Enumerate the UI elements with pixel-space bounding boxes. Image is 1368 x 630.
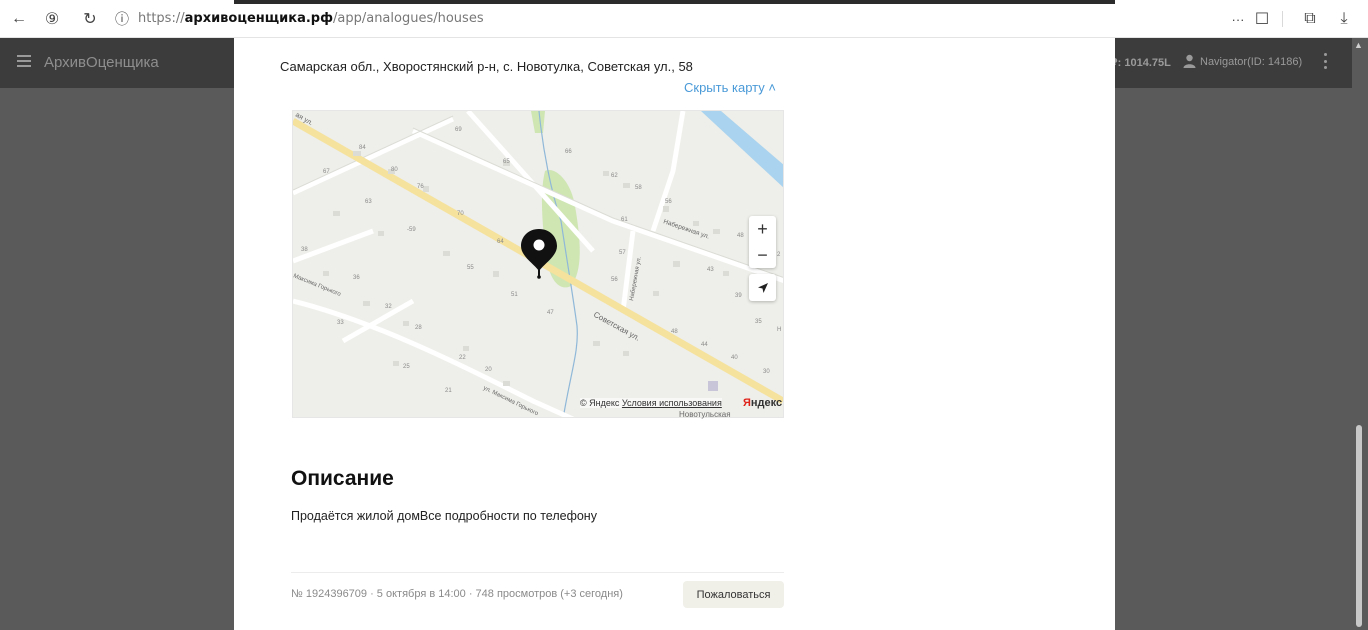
svg-text:32: 32 [385,304,392,310]
svg-text:25: 25 [403,364,410,370]
naberezhnaya-label: Набережная ул. [662,217,710,240]
listing-address: Самарская обл., Хворостянский р-н, с. Но… [280,59,693,74]
yandex-icon[interactable]: ⑨ [42,9,62,29]
tab-strip-edge [234,0,1115,4]
extensions-icon[interactable]: ⧉ [1300,9,1320,29]
address-bar[interactable]: https://архивоценщика.рф/app/analogues/h… [138,11,484,26]
map-copyright: © Яндекс [580,398,620,408]
svg-text:28: 28 [415,325,422,331]
park-area-top [531,111,545,133]
report-button[interactable]: Пожаловаться [683,581,784,608]
reload-icon[interactable]: ↻ [80,9,100,29]
svg-text:2: 2 [777,252,781,258]
bookmark-icon[interactable]: ☐ [1252,9,1272,29]
map-bottom-street-label: Новотульская [679,410,731,419]
svg-text:40: 40 [731,355,738,361]
svg-text:51: 51 [511,292,518,298]
url-path: /app/analogues/houses [333,11,484,26]
more-menu-icon[interactable]: ··· [1228,9,1248,29]
url-scheme: https:// [138,11,185,26]
user-icon [1183,54,1196,68]
geolocation-button[interactable] [749,274,776,301]
svg-text:57: 57 [619,250,626,256]
svg-text:61: 61 [621,217,628,223]
svg-text:63: 63 [365,199,372,205]
svg-text:21: 21 [445,388,452,394]
scrollbar-thumb[interactable] [1356,425,1362,627]
svg-text:-59: -59 [407,227,416,233]
svg-text:38: 38 [301,247,308,253]
yandex-map[interactable]: 84 69 67 80 76 65 66 62 58 63 70 -59 61 … [292,110,784,418]
svg-text:44: 44 [701,342,708,348]
svg-text:43: 43 [707,267,714,273]
svg-text:65: 65 [503,159,510,165]
svg-text:70: 70 [457,211,464,217]
back-arrow-icon[interactable]: ← [9,9,29,29]
gorkogo-left-label: Максима Горького [293,273,342,298]
app-title[interactable]: АрхивОценщика [44,54,159,71]
footer-divider [291,572,784,573]
svg-text:67: 67 [323,169,330,175]
svg-text:22: 22 [459,355,466,361]
description-text: Продаётся жилой домВсе подробности по те… [291,509,597,523]
svg-text:58: 58 [635,185,642,191]
svg-text:84: 84 [359,145,366,151]
svg-text:76: 76 [417,184,424,190]
svg-text:30: 30 [763,369,770,375]
svg-text:39: 39 [735,293,742,299]
svg-text:48: 48 [737,233,744,239]
downloads-icon[interactable]: ⤓ [1334,9,1354,29]
svg-text:Н: Н [777,327,781,333]
svg-text:55: 55 [467,265,474,271]
site-info-icon[interactable]: ⓘ [112,9,132,29]
map-zoom-control: + − [749,216,776,268]
river-water [701,111,783,188]
svg-text:56: 56 [665,199,672,205]
hamburger-menu-icon[interactable] [17,55,31,67]
svg-text:80: 80 [391,167,398,173]
zoom-out-button[interactable]: − [749,242,776,268]
svg-text:62: 62 [611,173,618,179]
description-heading: Описание [291,467,394,490]
listing-meta: № 1924396709 · 5 октября в 14:00 · 748 п… [291,588,623,600]
svg-text:47: 47 [547,310,554,316]
map-terms-link[interactable]: Условия использования [622,398,722,408]
toolbar-separator [1282,11,1283,27]
hide-map-link[interactable]: Скрыть карту ˄ [684,80,776,95]
map-attribution: © Яндекс Условия использования [580,398,722,408]
user-label[interactable]: Navigator(ID: 14186) [1200,56,1302,68]
svg-text:33: 33 [337,320,344,326]
balance-display: ₽: 1014.75L [1110,57,1171,69]
yandex-logo[interactable]: Яндекс [743,397,782,409]
svg-text:20: 20 [485,367,492,373]
svg-text:66: 66 [565,149,572,155]
svg-text:64: 64 [497,239,504,245]
svg-text:36: 36 [353,275,360,281]
kebab-menu-icon[interactable] [1322,53,1328,69]
map-canvas: 84 69 67 80 76 65 66 62 58 63 70 -59 61 … [293,111,783,417]
svg-text:35: 35 [755,319,762,325]
zoom-in-button[interactable]: + [749,216,776,242]
svg-text:69: 69 [455,127,462,133]
locate-arrow-icon [757,282,768,293]
scroll-up-arrow-icon[interactable]: ▲ [1354,40,1363,50]
url-host: архивоценщика.рф [184,11,333,26]
svg-text:56: 56 [611,277,618,283]
svg-text:48: 48 [671,329,678,335]
